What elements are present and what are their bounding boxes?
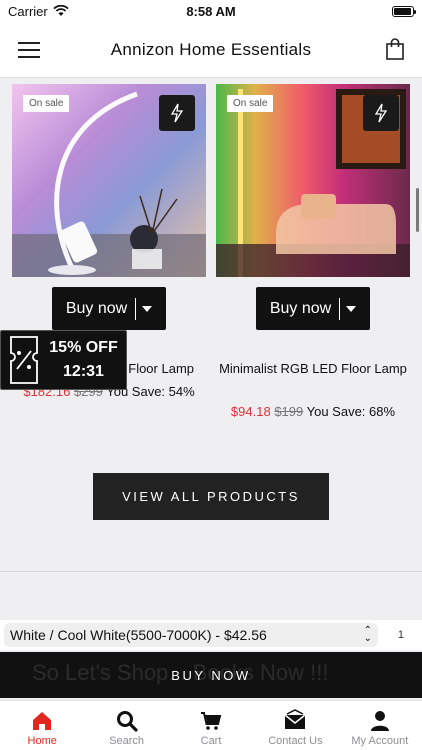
product-image[interactable]: On sale <box>216 84 410 277</box>
on-sale-badge: On sale <box>23 95 70 112</box>
app-header: Annizon Home Essentials <box>0 22 422 78</box>
status-bar: Carrier 8:58 AM <box>0 0 422 22</box>
store-title: Annizon Home Essentials <box>110 39 312 59</box>
search-icon <box>116 711 138 732</box>
buy-now-button[interactable]: Buy now <box>52 287 166 330</box>
view-all-products-button[interactable]: VIEW ALL PRODUCTS <box>93 473 329 520</box>
tab-label: Cart <box>200 735 222 747</box>
tab-bar: Home Search Cart Contact Us My Account <box>0 700 422 750</box>
lightning-bolt-icon <box>374 103 388 123</box>
tab-label: My Account <box>351 735 409 747</box>
quick-add-button[interactable] <box>159 95 195 131</box>
variant-bar: White / Cool White(5500-7000K) - $42.56 … <box>0 620 422 650</box>
buy-now-bar-label: BUY NOW <box>171 667 251 683</box>
user-icon <box>370 711 389 731</box>
quick-add-button[interactable] <box>363 95 399 131</box>
price-row: $94.18 $199 You Save: 68% <box>216 404 410 419</box>
quantity-value[interactable]: 1 <box>398 629 404 641</box>
dropdown-caret-icon[interactable] <box>346 305 357 312</box>
home-icon <box>33 712 52 730</box>
wifi-icon <box>53 5 69 16</box>
lightning-bolt-icon <box>170 103 184 123</box>
tab-home[interactable]: Home <box>0 701 84 750</box>
hamburger-icon[interactable] <box>18 42 40 58</box>
variant-select[interactable]: White / Cool White(5500-7000K) - $42.56 … <box>4 623 378 647</box>
on-sale-badge: On sale <box>227 95 274 112</box>
discount-countdown: 12:31 <box>63 363 104 380</box>
clock: 8:58 AM <box>186 3 236 19</box>
variant-selected-value: White / Cool White(5500-7000K) - $42.56 <box>10 627 267 643</box>
tab-search[interactable]: Search <box>84 701 168 750</box>
shopping-bag-icon[interactable] <box>386 38 404 60</box>
tab-label: Contact Us <box>268 735 323 747</box>
battery-level <box>394 7 412 15</box>
discount-popup[interactable]: 15% OFF 12:31 <box>0 330 127 390</box>
buy-now-label: Buy now <box>65 299 128 317</box>
discount-amount: 15% OFF <box>49 339 118 356</box>
buy-now-bar[interactable]: So Let's Shop... Books Now !!! BUY NOW <box>0 652 422 698</box>
select-arrows-icon: ⌃ ⌄ <box>363 625 372 644</box>
tab-cart[interactable]: Cart <box>169 701 253 750</box>
tab-account[interactable]: My Account <box>338 701 422 750</box>
section-divider <box>0 571 422 572</box>
carrier-label: Carrier <box>8 3 48 19</box>
original-price: $199 <box>274 404 304 419</box>
status-left: Carrier <box>8 4 69 19</box>
buy-now-button[interactable]: Buy now <box>256 287 370 330</box>
tab-contact[interactable]: Contact Us <box>253 701 337 750</box>
product-image[interactable]: On sale <box>12 84 206 277</box>
dropdown-caret-icon[interactable] <box>142 305 153 312</box>
savings-text: You Save: 68% <box>306 404 396 419</box>
tab-label: Home <box>27 735 57 747</box>
scroll-indicator[interactable] <box>416 188 419 232</box>
tab-label: Search <box>109 735 145 747</box>
product-card[interactable]: On sale Buy now Floor Lamp $182.16 $299 … <box>12 84 206 399</box>
mail-icon <box>284 709 306 729</box>
product-name[interactable]: Minimalist RGB LED Floor Lamp <box>216 359 410 379</box>
product-card[interactable]: On sale Buy now Minimalist RGB LED Floor… <box>216 84 410 419</box>
coupon-icon <box>7 334 41 386</box>
buy-now-label: Buy now <box>269 299 332 317</box>
sale-price: $94.18 <box>230 404 271 419</box>
cart-icon <box>201 712 222 730</box>
battery-icon <box>392 5 416 17</box>
